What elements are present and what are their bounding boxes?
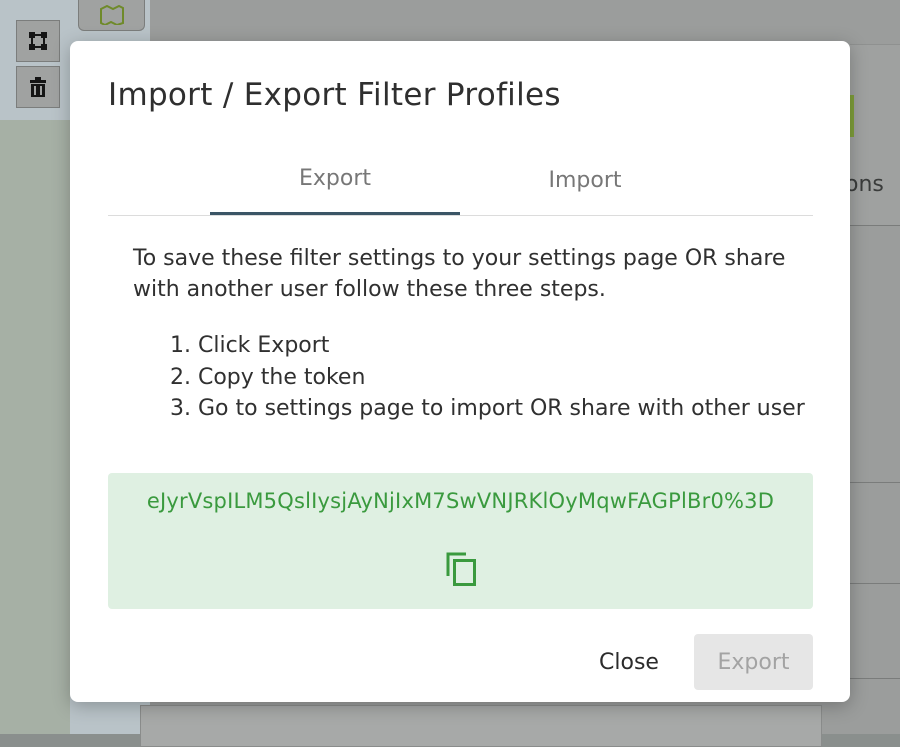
copy-icon [446, 552, 476, 586]
copy-token-button[interactable] [441, 549, 481, 589]
token-panel: eJyrVspILM5QslIysjAyNjIxM7SwVNJRKlOyMqwF… [108, 473, 813, 609]
steps-list: 1. Click Export 2. Copy the token 3. Go … [170, 330, 805, 425]
background-divider [850, 583, 900, 584]
dialog-title: Import / Export Filter Profiles [108, 77, 561, 113]
background-divider [850, 482, 900, 483]
close-button[interactable]: Close [586, 634, 672, 690]
tab-export[interactable]: Export [210, 153, 460, 215]
export-token[interactable]: eJyrVspILM5QslIysjAyNjIxM7SwVNJRKlOyMqwF… [108, 489, 813, 513]
step-item: 2. Copy the token [170, 364, 366, 390]
step-item: 1. Click Export [170, 333, 330, 358]
background-footer-card [140, 705, 822, 747]
import-export-dialog: Import / Export Filter Profiles Export I… [70, 41, 850, 702]
trash-icon [30, 77, 46, 97]
draw-shape-button[interactable] [16, 20, 60, 62]
background-divider [850, 678, 900, 679]
map-landmass [0, 120, 70, 734]
step-item: 3. Go to settings page to import OR shar… [170, 396, 805, 421]
delete-shape-button[interactable] [16, 66, 60, 108]
export-button[interactable]: Export [694, 634, 813, 690]
tab-bar: Export Import [108, 153, 813, 216]
tab-import[interactable]: Import [460, 153, 710, 215]
map-icon [99, 5, 124, 25]
instructions-text: To save these filter settings to your se… [133, 246, 786, 302]
background-tab-label: ons [845, 172, 884, 197]
background-divider [850, 225, 900, 226]
map-layers-button[interactable] [78, 0, 145, 31]
background-card [850, 44, 900, 225]
polygon-draw-icon [29, 32, 47, 50]
